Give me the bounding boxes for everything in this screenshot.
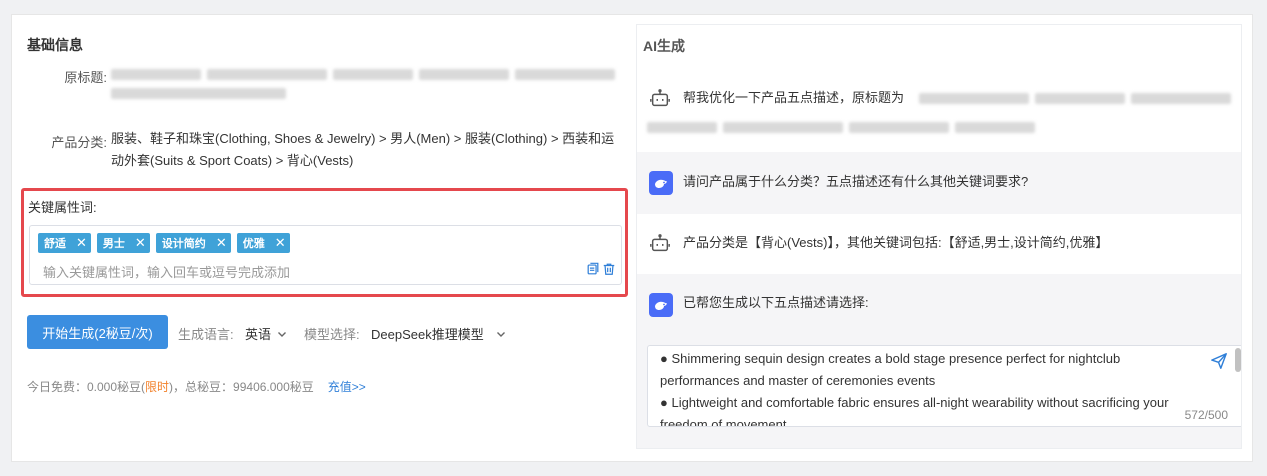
close-icon[interactable]: ✕ <box>76 235 87 251</box>
original-title-label: 原标题: <box>64 70 107 85</box>
keyword-tag: 设计简约 ✕ <box>155 233 231 253</box>
model-select[interactable]: DeepSeek推理模型 <box>371 324 506 343</box>
keyword-tag-label: 优雅 <box>242 238 265 250</box>
robot-icon <box>650 89 670 107</box>
close-icon[interactable]: ✕ <box>275 235 286 251</box>
deepseek-whale-icon <box>649 293 673 317</box>
recharge-link[interactable]: 充值>> <box>328 380 366 394</box>
chat-message-ai: 请问产品属于什么分类？五点描述还有什么其他关键词要求? <box>637 152 1241 214</box>
model-value: DeepSeek推理模型 <box>371 327 484 342</box>
keyword-tag-label: 设计简约 <box>161 238 206 250</box>
start-generate-button[interactable]: 开始生成(2秘豆/次) <box>27 315 168 349</box>
model-label: 模型选择: <box>304 327 360 342</box>
category-label: 产品分类: <box>51 135 107 150</box>
original-title-value <box>111 65 623 99</box>
output-line: ● Lightweight and comfortable fabric ens… <box>660 395 1169 427</box>
chat-message-user: 产品分类是【背心(Vests)】，其他关键词包括:【舒适,男士,设计简约,优雅】 <box>637 214 1241 274</box>
free-balance-text: 今日免费：0.000秘豆( <box>27 380 146 394</box>
keyword-tag: 优雅 ✕ <box>236 233 290 253</box>
keywords-input[interactable]: 输入关键属性词，输入回车或逗号完成添加 <box>43 262 290 281</box>
char-counter: 572/500 <box>1184 408 1228 422</box>
keyword-tag: 舒适 ✕ <box>38 233 91 253</box>
chevron-down-icon <box>278 331 287 337</box>
output-line: ● Shimmering sequin design creates a bol… <box>660 351 1121 388</box>
keywords-input-area[interactable]: 舒适 ✕ 男士 ✕ 设计简约 ✕ 优雅 ✕ 输入关键属性词，输入回车或逗号完成添加 <box>29 225 622 285</box>
main-card: 基础信息 原标题: 产品分类: 服装、鞋子和珠宝(Clothing, Shoes… <box>11 14 1253 462</box>
language-label: 生成语言: <box>178 327 234 342</box>
keyword-tag: 男士 ✕ <box>96 233 150 253</box>
close-icon[interactable]: ✕ <box>216 235 227 251</box>
chat-message-text: 产品分类是【背心(Vests)】，其他关键词包括:【舒适,男士,设计简约,优雅】 <box>683 235 1109 250</box>
chat-message-text: 帮我优化一下产品五点描述，原标题为 <box>683 90 905 105</box>
language-value: 英语 <box>245 327 272 342</box>
copy-icon[interactable] <box>586 262 600 276</box>
deepseek-whale-icon <box>649 171 673 195</box>
chat-message-text: 请问产品属于什么分类？五点描述还有什么其他关键词要求? <box>683 174 1029 189</box>
chat-message-user: 帮我优化一下产品五点描述，原标题为 <box>637 70 1241 152</box>
trash-icon[interactable] <box>602 262 616 276</box>
close-icon[interactable]: ✕ <box>135 235 146 251</box>
generated-output-textarea[interactable]: ● Shimmering sequin design creates a bol… <box>647 345 1241 427</box>
keyword-tags: 舒适 ✕ 男士 ✕ 设计简约 ✕ 优雅 ✕ <box>38 233 290 253</box>
keywords-tools <box>586 262 616 276</box>
basic-info-title: 基础信息 <box>27 37 83 53</box>
total-balance-text: )，总秘豆：99406.000秘豆 <box>169 380 314 394</box>
blurred-title-cont <box>647 122 1035 133</box>
limited-time-badge: 限时 <box>145 380 170 394</box>
chevron-down-icon <box>496 331 505 337</box>
balance-info: 今日免费：0.000秘豆(限时)，总秘豆：99406.000秘豆 充值>> <box>27 378 366 395</box>
keyword-tag-label: 男士 <box>102 238 125 250</box>
output-scrollbar[interactable] <box>1235 348 1241 372</box>
robot-icon <box>650 234 670 252</box>
keywords-label: 关键属性词: <box>28 200 97 215</box>
ai-generate-title: AI生成 <box>643 38 685 54</box>
send-icon[interactable] <box>1210 352 1228 370</box>
category-value: 服装、鞋子和珠宝(Clothing, Shoes & Jewelry) > 男人… <box>111 131 615 168</box>
keywords-section: 关键属性词: 舒适 ✕ 男士 ✕ 设计简约 ✕ 优雅 ✕ 输入关键属性词，输入回车或逗号完成添… <box>21 188 628 297</box>
blurred-title <box>919 93 1231 104</box>
language-select[interactable]: 英语 <box>245 324 287 343</box>
basic-info-panel: 基础信息 原标题: 产品分类: 服装、鞋子和珠宝(Clothing, Shoes… <box>12 15 632 461</box>
ai-generate-panel: AI生成 帮我优化一下产品五点描述，原标题为 请问产品属于什么分类？五点描述还有… <box>636 24 1242 449</box>
chat-message-text: 已帮您生成以下五点描述请选择: <box>683 295 869 310</box>
keyword-tag-label: 舒适 <box>44 238 66 250</box>
generated-output-text: ● Shimmering sequin design creates a bol… <box>660 348 1200 427</box>
